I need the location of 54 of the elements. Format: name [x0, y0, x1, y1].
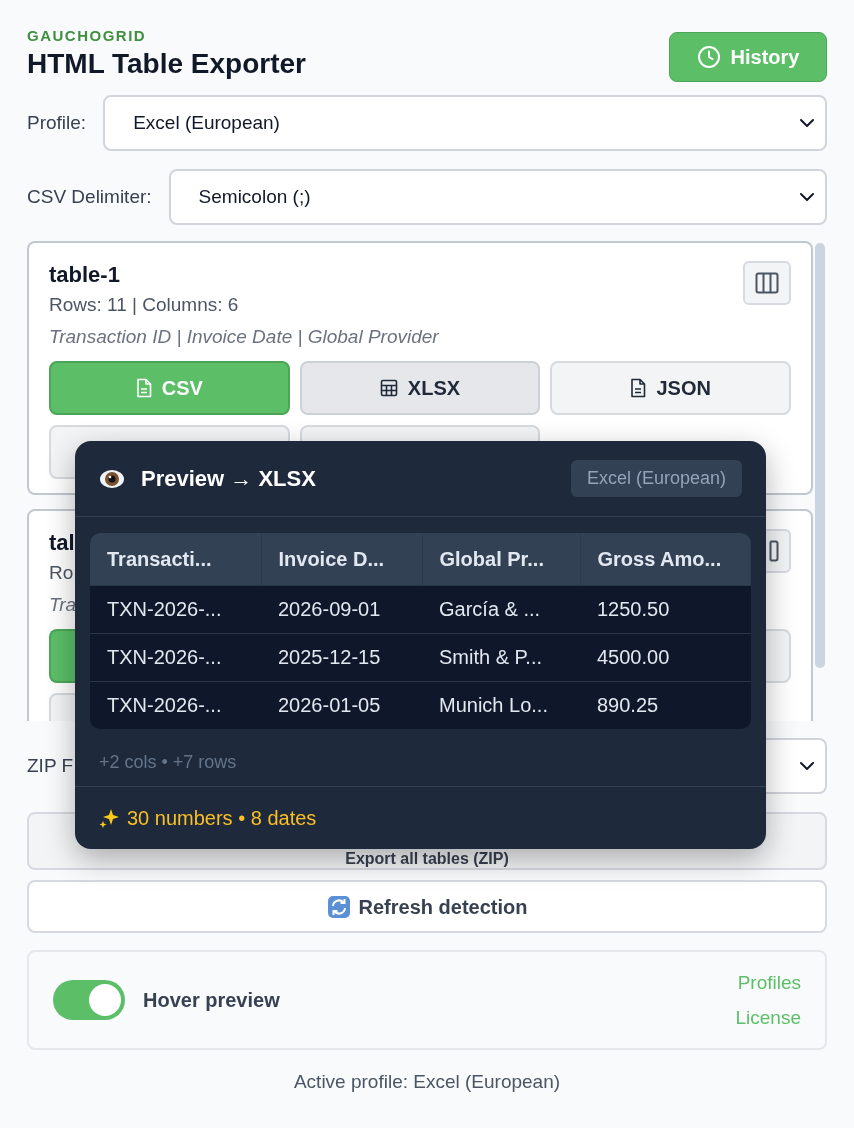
columns-button[interactable] [743, 261, 791, 305]
table-cell: García & ... [422, 585, 580, 633]
export-format-button[interactable]: JSON [550, 361, 791, 415]
table-cell: TXN-2026-... [90, 585, 261, 633]
preview-title: Preview → XLSX [141, 465, 316, 493]
refresh-button[interactable]: Refresh detection [27, 880, 827, 933]
profile-badge: Excel (European) [570, 460, 742, 497]
table-name: tal [49, 529, 75, 557]
table-cell: 890.25 [580, 681, 751, 729]
field-label: ZIP F [27, 753, 74, 778]
table-cell: Smith & P... [422, 633, 580, 681]
refresh-icon [326, 894, 351, 919]
column-names: Transaction ID | Invoice Date | Global Provider [49, 325, 439, 349]
field-label: CSV Delimiter: [27, 184, 152, 209]
document-icon [135, 378, 152, 398]
toggle-switch[interactable] [53, 980, 125, 1020]
chevron-icon [799, 118, 815, 128]
scrollbar-thumb[interactable] [815, 243, 825, 668]
chevron-icon [799, 761, 815, 771]
sparkles-icon [99, 807, 121, 829]
table-icon [379, 379, 398, 397]
table-cell: 2026-09-01 [261, 585, 422, 633]
table-cell: 1250.50 [580, 585, 751, 633]
summary-text: 30 numbers • 8 dates [127, 806, 317, 831]
table-cell: 4500.00 [580, 633, 751, 681]
app-title: HTML Table Exporter [27, 47, 306, 81]
column-header: Global Pr... [422, 533, 580, 585]
table-meta: Rows: 11 | Columns: 6 [49, 293, 239, 317]
columns-icon [769, 540, 779, 562]
delimiter-select[interactable]: Semicolon (;) [168, 169, 827, 225]
toggle-label: Hover preview [143, 988, 280, 1013]
document-icon [630, 378, 647, 398]
table-cell: 2025-12-15 [261, 633, 422, 681]
active-profile-text: Active profile: Excel (European) [292, 1070, 562, 1094]
more-info-text: +2 cols • +7 rows [75, 729, 766, 787]
columns-icon [755, 272, 779, 294]
table-cell: 2026-01-05 [261, 681, 422, 729]
table-cell: Munich Lo... [422, 681, 580, 729]
profile-select[interactable]: Excel (European) [103, 95, 827, 151]
export-format-button[interactable]: XLSX [299, 361, 541, 415]
clock-icon [696, 45, 721, 69]
export-format-button[interactable] [49, 629, 76, 683]
column-header: Gross Amo... [580, 533, 751, 585]
table-cell: TXN-2026-... [90, 681, 261, 729]
chevron-icon [799, 192, 815, 202]
brand-name: GAUCHOGRID [27, 26, 148, 46]
table-name: table-1 [49, 261, 120, 289]
column-names: Tra [49, 593, 77, 617]
table-cell: TXN-2026-... [90, 633, 261, 681]
eye-icon [99, 467, 125, 490]
table-meta: Ro [49, 561, 74, 585]
column-header: Transacti... [90, 533, 261, 585]
column-header: Invoice D... [261, 533, 422, 585]
field-label: Profile: [27, 110, 87, 135]
